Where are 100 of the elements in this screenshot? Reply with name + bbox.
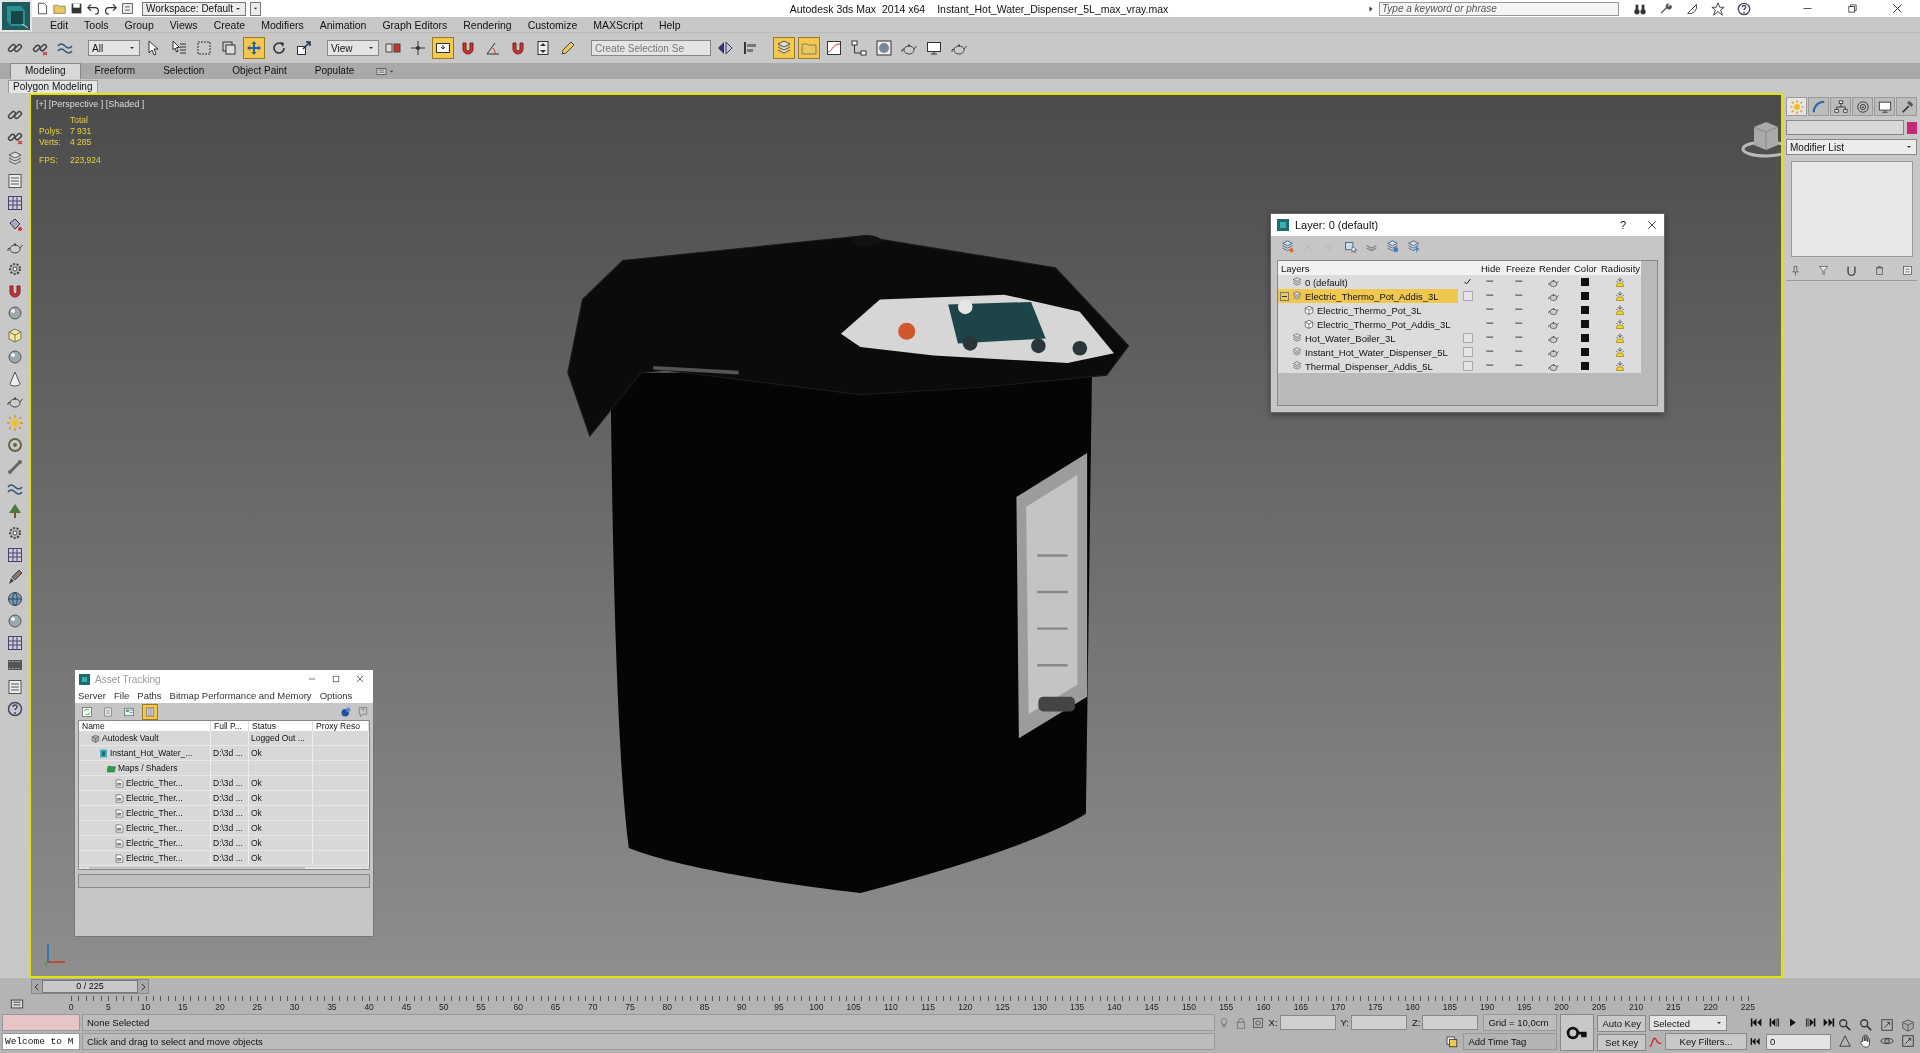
coordinate-label: Z:: [1412, 1017, 1421, 1028]
ribbon-panel-tab[interactable]: Polygon Modeling: [8, 80, 98, 93]
menu-item[interactable]: Views: [161, 18, 206, 31]
frame-number: 110: [883, 1002, 899, 1012]
column-header[interactable]: Layers: [1278, 262, 1458, 274]
menu-item[interactable]: Modifiers: [253, 18, 312, 31]
frame-number: 120: [957, 1002, 974, 1012]
ribbon-tab[interactable]: Object Paint: [218, 64, 301, 79]
asset-status: Ok: [251, 778, 262, 788]
reference-coordinate-dropdown[interactable]: View: [327, 40, 379, 56]
menu-item[interactable]: Tools: [76, 18, 117, 31]
menu-item[interactable]: Edit: [42, 18, 77, 31]
layer-item[interactable]: Electric_Thermo_Pot_Addis_3L: [1278, 289, 1458, 303]
asset-name: Electric_Ther...: [126, 793, 183, 803]
script-output-field[interactable]: Welcome to M: [2, 1033, 80, 1050]
key-mode-dropdown[interactable]: Selected: [1649, 1015, 1727, 1031]
menu-item[interactable]: Paths: [137, 690, 162, 701]
frame-number: 125: [994, 1002, 1011, 1012]
file-path: D:\3d ...: [213, 748, 243, 758]
frame-number: 205: [1590, 1002, 1607, 1012]
time-slider-thumb[interactable]: 0 / 225: [42, 980, 138, 993]
window-title: Autodesk 3ds Max 2014 x64: [789, 2, 926, 15]
set-key-button[interactable]: Set Key: [1597, 1034, 1646, 1051]
asset-status: Ok: [251, 838, 262, 848]
file-path: D:\3d ...: [213, 838, 243, 848]
fps-label: FPS:: [39, 155, 59, 165]
ribbon-tab[interactable]: Freeform: [80, 64, 150, 79]
column-header[interactable]: Color: [1571, 262, 1598, 274]
frame-number: 80: [661, 1002, 673, 1012]
viewport-label[interactable]: [+] [Perspective ] [Shaded ]: [36, 99, 145, 109]
file-path: D:\3d ...: [213, 853, 243, 863]
menu-item[interactable]: Graph Editors: [374, 18, 456, 31]
menu-item[interactable]: Bitmap Performance and Memory: [169, 690, 312, 701]
ribbon-tab[interactable]: Selection: [149, 64, 219, 79]
frame-number: 170: [1329, 1002, 1347, 1012]
selection-filter-dropdown[interactable]: All: [88, 40, 140, 56]
frame-number: 5: [104, 1002, 112, 1012]
frame-number: 95: [773, 1002, 785, 1012]
modifier-list-dropdown[interactable]: Modifier List: [1786, 139, 1917, 155]
asset-name: Electric_Ther...: [126, 808, 183, 818]
column-header[interactable]: Radiosity: [1598, 262, 1641, 274]
named-selection-field[interactable]: Create Selection Se: [591, 40, 711, 56]
menu-item[interactable]: Help: [650, 18, 689, 31]
frame-number: 30: [288, 1002, 301, 1012]
auto-key-button[interactable]: Auto Key: [1597, 1015, 1646, 1032]
asset-name: Instant_Hot_Water_...: [110, 748, 193, 758]
search-field[interactable]: Type a keyword or phrase: [1379, 1, 1619, 16]
frame-number: 40: [363, 1002, 375, 1012]
frame-number: 60: [512, 1002, 524, 1012]
column-header[interactable]: Render: [1536, 262, 1571, 274]
menu-item[interactable]: File: [114, 690, 130, 701]
frame-number: 35: [326, 1002, 338, 1012]
frame-number: 65: [549, 1002, 562, 1012]
menu-item[interactable]: MAXScript: [585, 18, 651, 31]
file-path: D:\3d ...: [213, 793, 243, 803]
menu-item[interactable]: Customize: [519, 18, 586, 31]
asset-name: Electric_Ther...: [126, 838, 183, 848]
stat-value: 4 285: [70, 137, 93, 147]
help-button[interactable]: ?: [1619, 219, 1626, 231]
frame-number: 45: [400, 1002, 413, 1012]
frame-number: 145: [1143, 1002, 1160, 1012]
stat-value: 7 931: [70, 126, 93, 136]
asset-status: Logged Out ...: [251, 733, 305, 743]
key-filters-button[interactable]: Key Filters...: [1665, 1033, 1747, 1050]
fps-value: 223,924: [70, 155, 101, 165]
file-path: D:\3d ...: [213, 808, 243, 818]
dialog-title: Asset Tracking: [95, 673, 162, 685]
frame-number: 0: [67, 1002, 75, 1012]
current-frame-field[interactable]: 0: [1766, 1033, 1831, 1050]
frame-number: 135: [1069, 1002, 1086, 1012]
asset-name: Electric_Ther...: [126, 853, 183, 863]
menu-item[interactable]: Group: [116, 18, 162, 31]
menu-item[interactable]: Rendering: [455, 18, 520, 31]
stat-label: Polys:: [39, 126, 64, 136]
grid-size-label: Grid = 10,0cm: [1483, 1014, 1558, 1031]
ribbon-tab[interactable]: Modeling: [10, 63, 81, 79]
frame-number: 50: [437, 1002, 450, 1012]
menu-item[interactable]: Options: [319, 690, 353, 701]
frame-number: 15: [177, 1002, 189, 1012]
menu-item[interactable]: Create: [205, 18, 254, 31]
column-header[interactable]: Hide: [1478, 262, 1503, 274]
menu-item[interactable]: Server: [78, 690, 106, 701]
workspace-dropdown[interactable]: Workspace: Default: [142, 1, 246, 16]
stats-heading: Total: [70, 115, 89, 125]
add-time-tag-button[interactable]: Add Time Tag: [1463, 1033, 1558, 1050]
frame-number: 20: [214, 1002, 226, 1012]
menu-item[interactable]: Animation: [311, 18, 375, 31]
asset-name: Electric_Ther...: [126, 778, 183, 788]
frame-number: 175: [1367, 1002, 1384, 1012]
selection-status-field: None Selected: [82, 1014, 1215, 1031]
asset-status: Ok: [251, 808, 262, 818]
column-header[interactable]: Freeze: [1503, 262, 1536, 274]
frame-number: 55: [475, 1002, 487, 1012]
coordinate-label: X:: [1268, 1017, 1278, 1028]
frame-number: 10: [139, 1002, 152, 1012]
dialog-title: Layer: 0 (default): [1295, 219, 1380, 231]
frame-number: 190: [1479, 1002, 1496, 1012]
frame-number: 195: [1516, 1002, 1533, 1012]
frame-number: 155: [1218, 1002, 1235, 1012]
ribbon-tab[interactable]: Populate: [300, 64, 369, 79]
